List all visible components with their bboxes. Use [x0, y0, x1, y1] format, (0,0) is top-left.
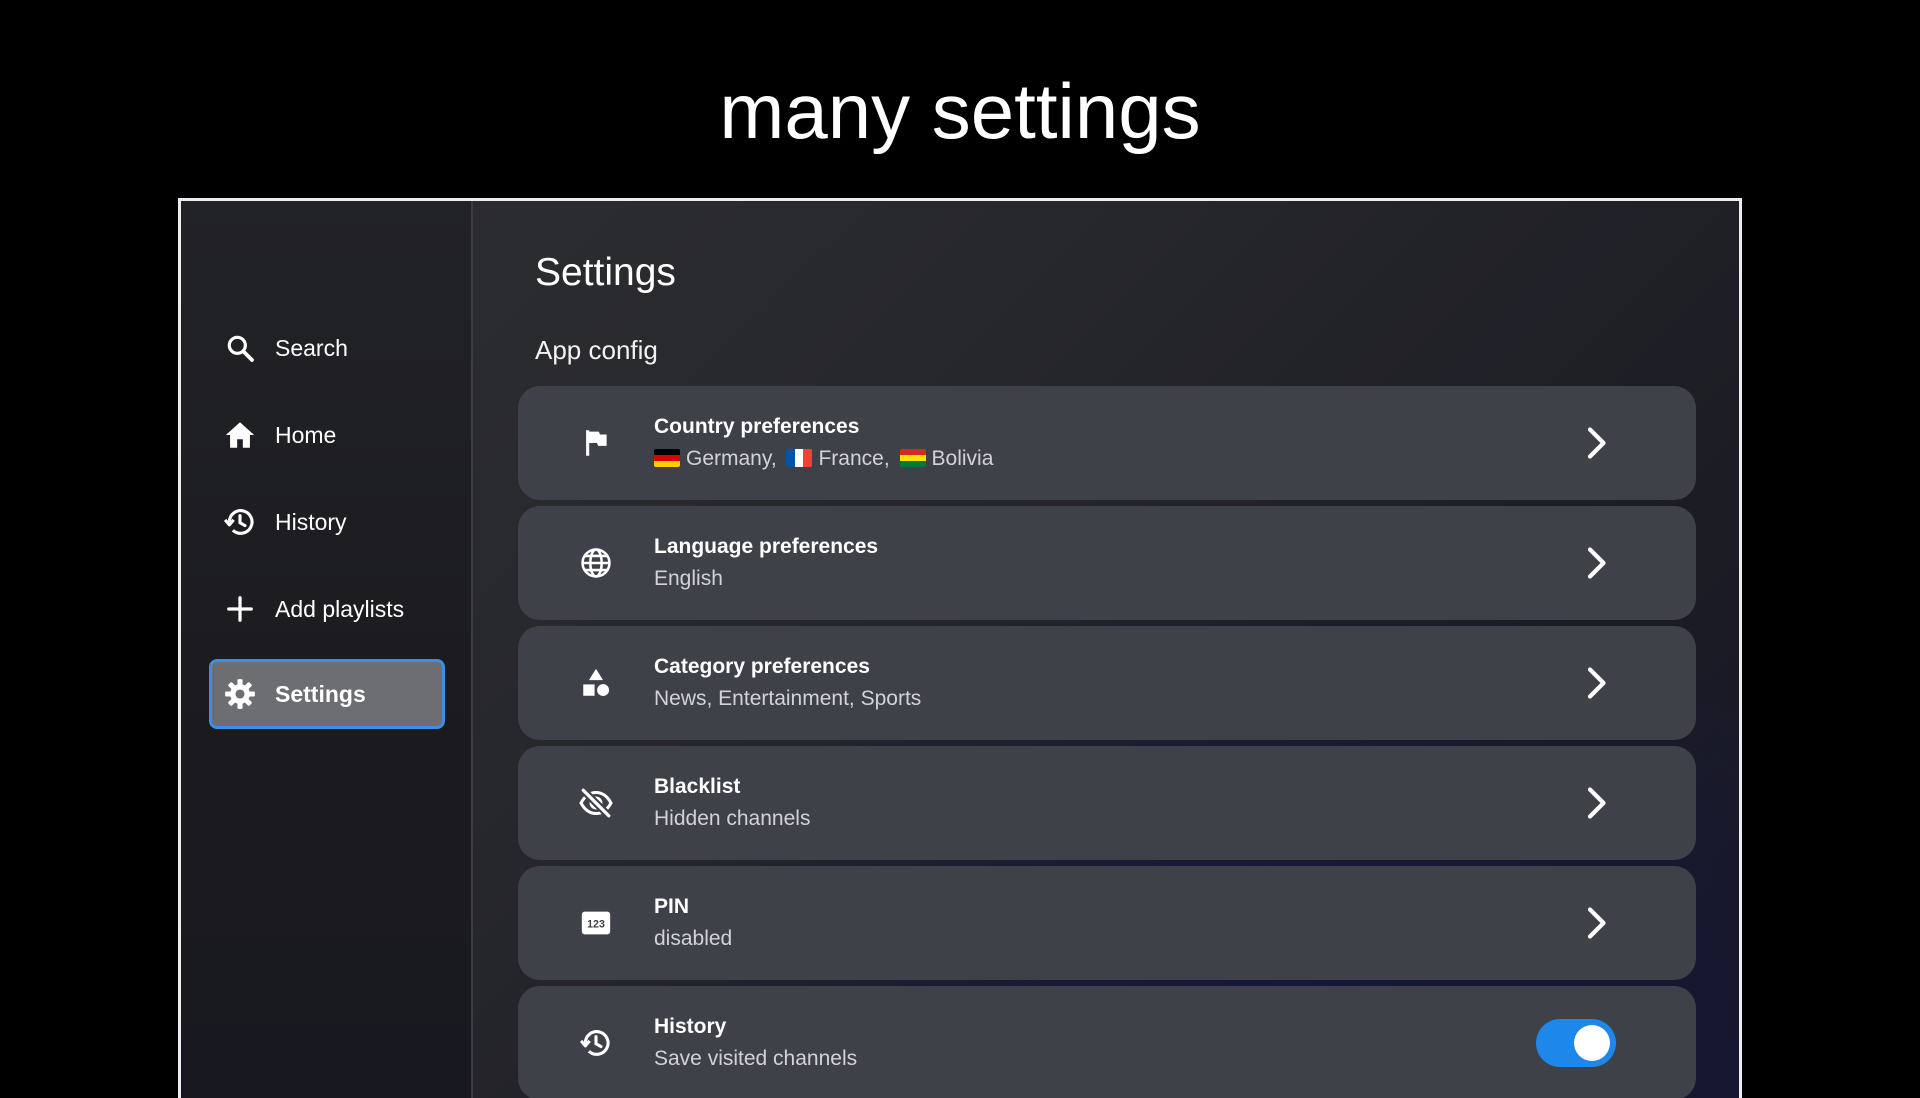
setting-category-preferences[interactable]: Category preferences News, Entertainment…	[518, 626, 1696, 740]
category-shapes-icon	[576, 663, 616, 703]
bolivia-flag-icon	[899, 448, 926, 467]
setting-title: History	[654, 1014, 727, 1038]
setting-subtitle: Save visited channels	[654, 1046, 858, 1070]
sidebar-item-history[interactable]: History	[209, 487, 445, 557]
setting-country-preferences[interactable]: Country preferences Germany, France, Bol…	[518, 386, 1696, 500]
pin-icon-text: 123	[587, 919, 605, 931]
chevron-right-icon	[1576, 903, 1616, 943]
country-name: Bolivia	[931, 446, 994, 470]
app-window: Search Home History Add playlists Settin…	[178, 198, 1742, 1098]
sidebar-item-search[interactable]: Search	[209, 313, 445, 383]
setting-pin[interactable]: 123 PIN disabled	[518, 866, 1696, 980]
setting-subtitle: disabled	[654, 926, 733, 950]
page-title: Settings	[535, 251, 676, 294]
chevron-right-icon	[1576, 783, 1616, 823]
settings-panel: Settings App config Country preferences …	[473, 201, 1739, 1098]
setting-title: Language preferences	[654, 534, 879, 558]
globe-icon	[576, 543, 616, 583]
sidebar-item-add-playlists[interactable]: Add playlists	[209, 574, 445, 644]
setting-subtitle: English	[654, 566, 723, 590]
setting-language-preferences[interactable]: Language preferences English	[518, 506, 1696, 620]
germany-flag-icon	[654, 448, 680, 467]
setting-subtitle: News, Entertainment, Sports	[654, 686, 922, 710]
sidebar: Search Home History Add playlists Settin…	[181, 201, 473, 1098]
sidebar-item-label: Search	[275, 334, 348, 361]
history-icon	[223, 505, 257, 539]
pin-123-icon: 123	[576, 903, 616, 943]
setting-blacklist[interactable]: Blacklist Hidden channels	[518, 746, 1696, 860]
chevron-right-icon	[1576, 423, 1616, 463]
country-name: Germany	[686, 446, 771, 470]
section-title: App config	[535, 335, 658, 365]
sidebar-item-home[interactable]: Home	[209, 400, 445, 470]
sidebar-item-label: Settings	[275, 680, 366, 707]
chevron-right-icon	[1576, 663, 1616, 703]
setting-history[interactable]: History Save visited channels	[518, 986, 1696, 1098]
setting-subtitle: Hidden channels	[654, 806, 811, 830]
setting-subtitle: Germany, France, Bolivia	[654, 444, 1576, 474]
sidebar-item-label: History	[275, 508, 347, 535]
setting-title: PIN	[654, 894, 690, 918]
plus-icon	[223, 592, 257, 626]
gear-icon	[223, 677, 257, 711]
setting-title: Category preferences	[654, 654, 870, 678]
flag-icon	[576, 423, 616, 463]
sidebar-item-label: Home	[275, 421, 337, 448]
history-icon	[576, 1023, 616, 1063]
setting-title: Blacklist	[654, 774, 741, 798]
caption-title: many settings	[719, 67, 1201, 155]
home-icon	[223, 418, 257, 452]
search-icon	[223, 331, 257, 365]
toggle-knob	[1574, 1025, 1610, 1061]
france-flag-icon	[786, 448, 813, 467]
country-name: France	[818, 446, 884, 470]
chevron-right-icon	[1576, 543, 1616, 583]
history-toggle[interactable]	[1536, 1019, 1616, 1067]
setting-title: Country preferences	[654, 414, 860, 438]
sidebar-item-label: Add playlists	[275, 595, 405, 622]
eye-off-icon	[576, 783, 616, 823]
sidebar-item-settings[interactable]: Settings	[209, 659, 445, 729]
